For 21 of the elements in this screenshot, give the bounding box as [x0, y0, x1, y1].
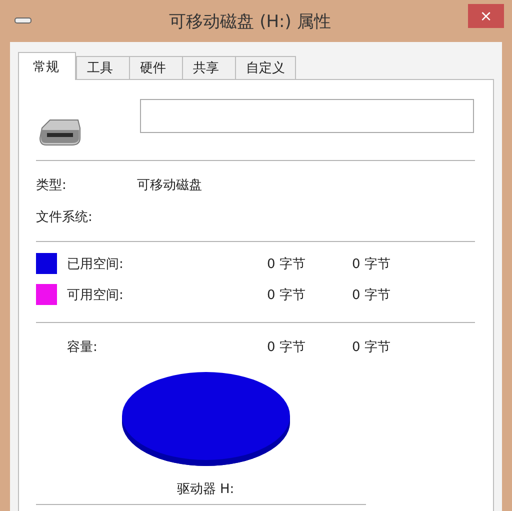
size-value: 0 字节 [352, 256, 392, 272]
drive-icon [14, 17, 32, 25]
size-value: 0 字节 [352, 338, 392, 356]
size-value: 0 字节 [352, 286, 392, 304]
close-button[interactable]: × [468, 4, 504, 28]
bytes-value: 0 字节 [267, 256, 306, 272]
drive-label: 驱动器 H: [176, 481, 234, 498]
bytes-value: 0 字节 [267, 286, 306, 304]
tab[interactable]: 常规 [18, 52, 76, 80]
bytes-value: 0 字节 [267, 338, 306, 356]
tab[interactable]: 自定义 [235, 56, 296, 80]
name-field[interactable] [140, 99, 474, 133]
info-label: 类型: [36, 177, 68, 194]
space-label: 已用空间: [67, 256, 124, 272]
capacity-label: 容量: [67, 338, 98, 356]
space-label: 可用空间: [67, 286, 124, 304]
drive-icon [38, 118, 82, 148]
tab[interactable]: 工具 [76, 56, 130, 80]
info-label: 文件系统: [36, 209, 94, 226]
window-title: 可移动磁盘 (H:) 属性 [169, 10, 331, 32]
info-value: 可移动磁盘 [137, 177, 202, 194]
